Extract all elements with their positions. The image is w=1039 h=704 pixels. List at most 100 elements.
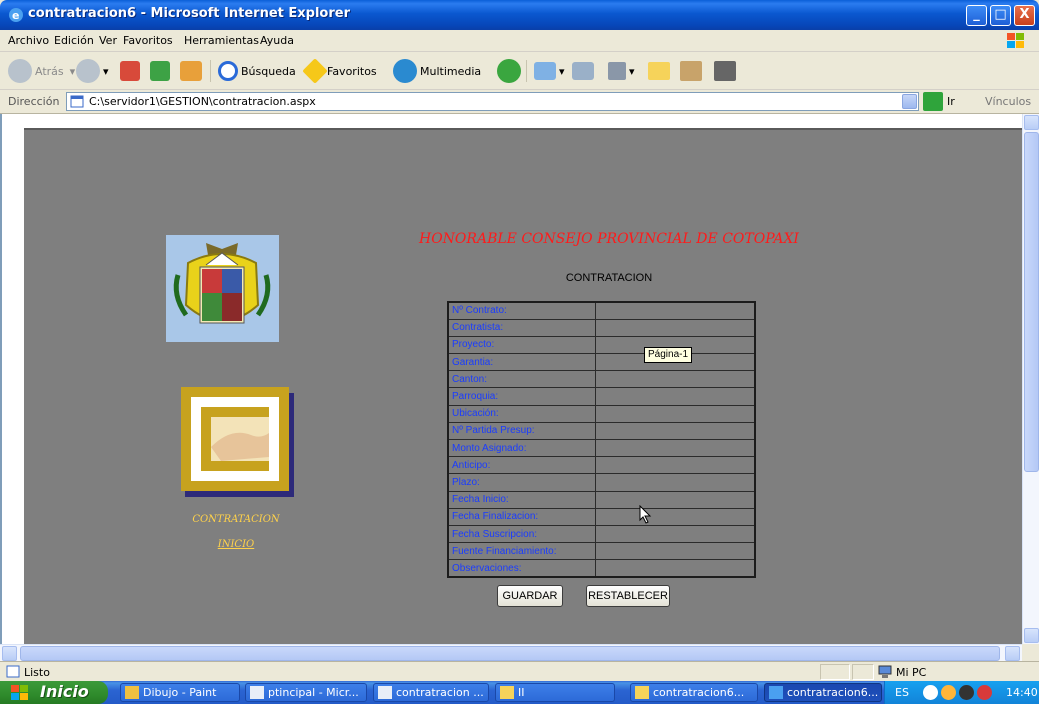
task-folder[interactable]: II <box>495 683 615 702</box>
mail-icon <box>534 62 556 80</box>
address-label: Dirección <box>8 95 60 108</box>
form-row: Fecha Inicio: <box>447 490 756 509</box>
internet-explorer-icon <box>769 686 783 699</box>
menu-herramientas[interactable]: Herramientas <box>184 34 259 47</box>
address-dropdown-button[interactable] <box>902 94 917 109</box>
back-button[interactable]: Atrás ▾ <box>8 58 75 84</box>
task-contratracion6-ie[interactable]: contratracion6... <box>764 683 882 702</box>
vertical-scrollbar[interactable] <box>1022 114 1039 644</box>
back-arrow-icon <box>8 59 32 83</box>
tray-app-icon[interactable] <box>941 685 956 700</box>
horizontal-scrollbar[interactable] <box>0 644 1022 661</box>
research-button[interactable] <box>680 58 705 84</box>
start-button[interactable]: Inicio <box>0 681 108 704</box>
form-field-input[interactable] <box>594 404 756 423</box>
refresh-button[interactable] <box>150 58 173 84</box>
research-icon <box>680 61 702 81</box>
discuss-button[interactable] <box>648 58 673 84</box>
form-row: Observaciones: <box>447 559 756 578</box>
address-input[interactable]: C:\servidor1\GESTION\contratracion.aspx <box>66 92 919 111</box>
folder-icon <box>500 686 514 699</box>
favorites-button[interactable]: Favoritos <box>302 58 377 84</box>
task-label: II <box>518 686 525 699</box>
form-field-label: Observaciones: <box>447 559 596 578</box>
task-contratracion6-folder[interactable]: contratracion6... <box>630 683 758 702</box>
form-field-input[interactable] <box>594 542 756 561</box>
home-icon <box>180 61 202 81</box>
form-field-input[interactable] <box>594 490 756 509</box>
form-field-label: Anticipo: <box>447 456 596 475</box>
multimedia-button[interactable]: Multimedia <box>393 58 481 84</box>
form-row: Fecha Suscripcion: <box>447 524 756 544</box>
toolbar: Atrás ▾ ▾ Búsqueda Favoritos Multimedia … <box>0 52 1039 90</box>
form-field-input[interactable] <box>594 421 756 441</box>
edit-icon <box>608 62 626 80</box>
form-field-input[interactable] <box>594 524 756 544</box>
search-button[interactable]: Búsqueda <box>218 58 296 84</box>
messenger-button[interactable] <box>714 58 739 84</box>
menu-archivo[interactable]: Archivo <box>8 34 49 47</box>
menu-edicion[interactable]: Edición <box>54 34 94 47</box>
go-button[interactable]: Ir <box>947 95 955 108</box>
form-field-input[interactable] <box>594 318 756 337</box>
scroll-up-button[interactable] <box>1024 115 1039 130</box>
stop-button[interactable] <box>120 58 143 84</box>
form-field-label: Plazo: <box>447 473 596 492</box>
language-indicator[interactable]: ES <box>895 686 909 699</box>
app-icon <box>378 686 392 699</box>
print-button[interactable] <box>572 58 597 84</box>
form-field-input[interactable] <box>594 387 756 406</box>
form-row: Fecha Finalizacion: <box>447 507 756 526</box>
tray-security-icon[interactable] <box>977 685 992 700</box>
search-label: Búsqueda <box>241 64 296 78</box>
tray-expand-icon[interactable] <box>923 685 938 700</box>
nav-inicio-link[interactable]: INICIO <box>186 539 286 550</box>
mail-button[interactable]: ▾ <box>534 58 565 84</box>
nav-contratacion-link[interactable]: CONTRATACION <box>186 514 286 525</box>
page-canvas: CONTRATACION INICIO HONORABLE CONSEJO PR… <box>24 128 1022 644</box>
minimize-button[interactable]: _ <box>966 5 987 26</box>
section-title: CONTRATACION <box>565 272 653 284</box>
scroll-right-button[interactable] <box>1005 646 1020 661</box>
close-button[interactable]: X <box>1014 5 1035 26</box>
forward-button[interactable]: ▾ <box>76 58 109 84</box>
scroll-thumb[interactable] <box>1024 132 1039 472</box>
scroll-left-button[interactable] <box>2 646 17 661</box>
print-icon <box>572 62 594 80</box>
form-row: Proyecto: <box>447 335 756 355</box>
form-field-label: Fecha Finalizacion: <box>447 507 596 526</box>
mouse-pointer-icon <box>639 505 652 524</box>
home-button[interactable] <box>180 58 205 84</box>
guardar-button[interactable]: GUARDAR <box>497 585 563 607</box>
task-contratracion[interactable]: contratracion ... <box>373 683 489 702</box>
restablecer-button[interactable]: RESTABLECER <box>586 585 670 607</box>
history-button[interactable] <box>497 58 524 84</box>
menu-favoritos[interactable]: Favoritos <box>123 34 173 47</box>
stop-icon <box>120 61 140 81</box>
form-field-input[interactable] <box>594 438 756 458</box>
form-field-input[interactable] <box>594 370 756 389</box>
tray-network-icon[interactable] <box>959 685 974 700</box>
back-label: Atrás <box>35 64 64 78</box>
menu-ayuda[interactable]: Ayuda <box>260 34 294 47</box>
horizontal-scroll-thumb[interactable] <box>20 646 1000 661</box>
status-text: Listo <box>24 666 50 679</box>
form-field-input[interactable] <box>594 559 756 578</box>
links-button[interactable]: Vínculos <box>985 95 1031 108</box>
scroll-down-button[interactable] <box>1024 628 1039 643</box>
document-icon <box>250 686 264 699</box>
search-icon <box>218 61 238 81</box>
handshake-logo-icon <box>181 387 294 497</box>
form-field-input[interactable] <box>594 473 756 492</box>
task-word[interactable]: ptincipal - Micr... <box>245 683 367 702</box>
maximize-button[interactable]: □ <box>990 5 1011 26</box>
edit-button[interactable]: ▾ <box>608 58 635 84</box>
form-field-label: Garantia: <box>447 353 596 372</box>
form-field-input[interactable] <box>594 301 756 320</box>
form-field-label: Fecha Inicio: <box>447 490 596 509</box>
form-field-input[interactable] <box>594 456 756 475</box>
menu-ver[interactable]: Ver <box>99 34 117 47</box>
form-field-input[interactable] <box>594 507 756 526</box>
go-arrow-icon[interactable] <box>923 92 943 111</box>
task-paint[interactable]: Dibujo - Paint <box>120 683 240 702</box>
